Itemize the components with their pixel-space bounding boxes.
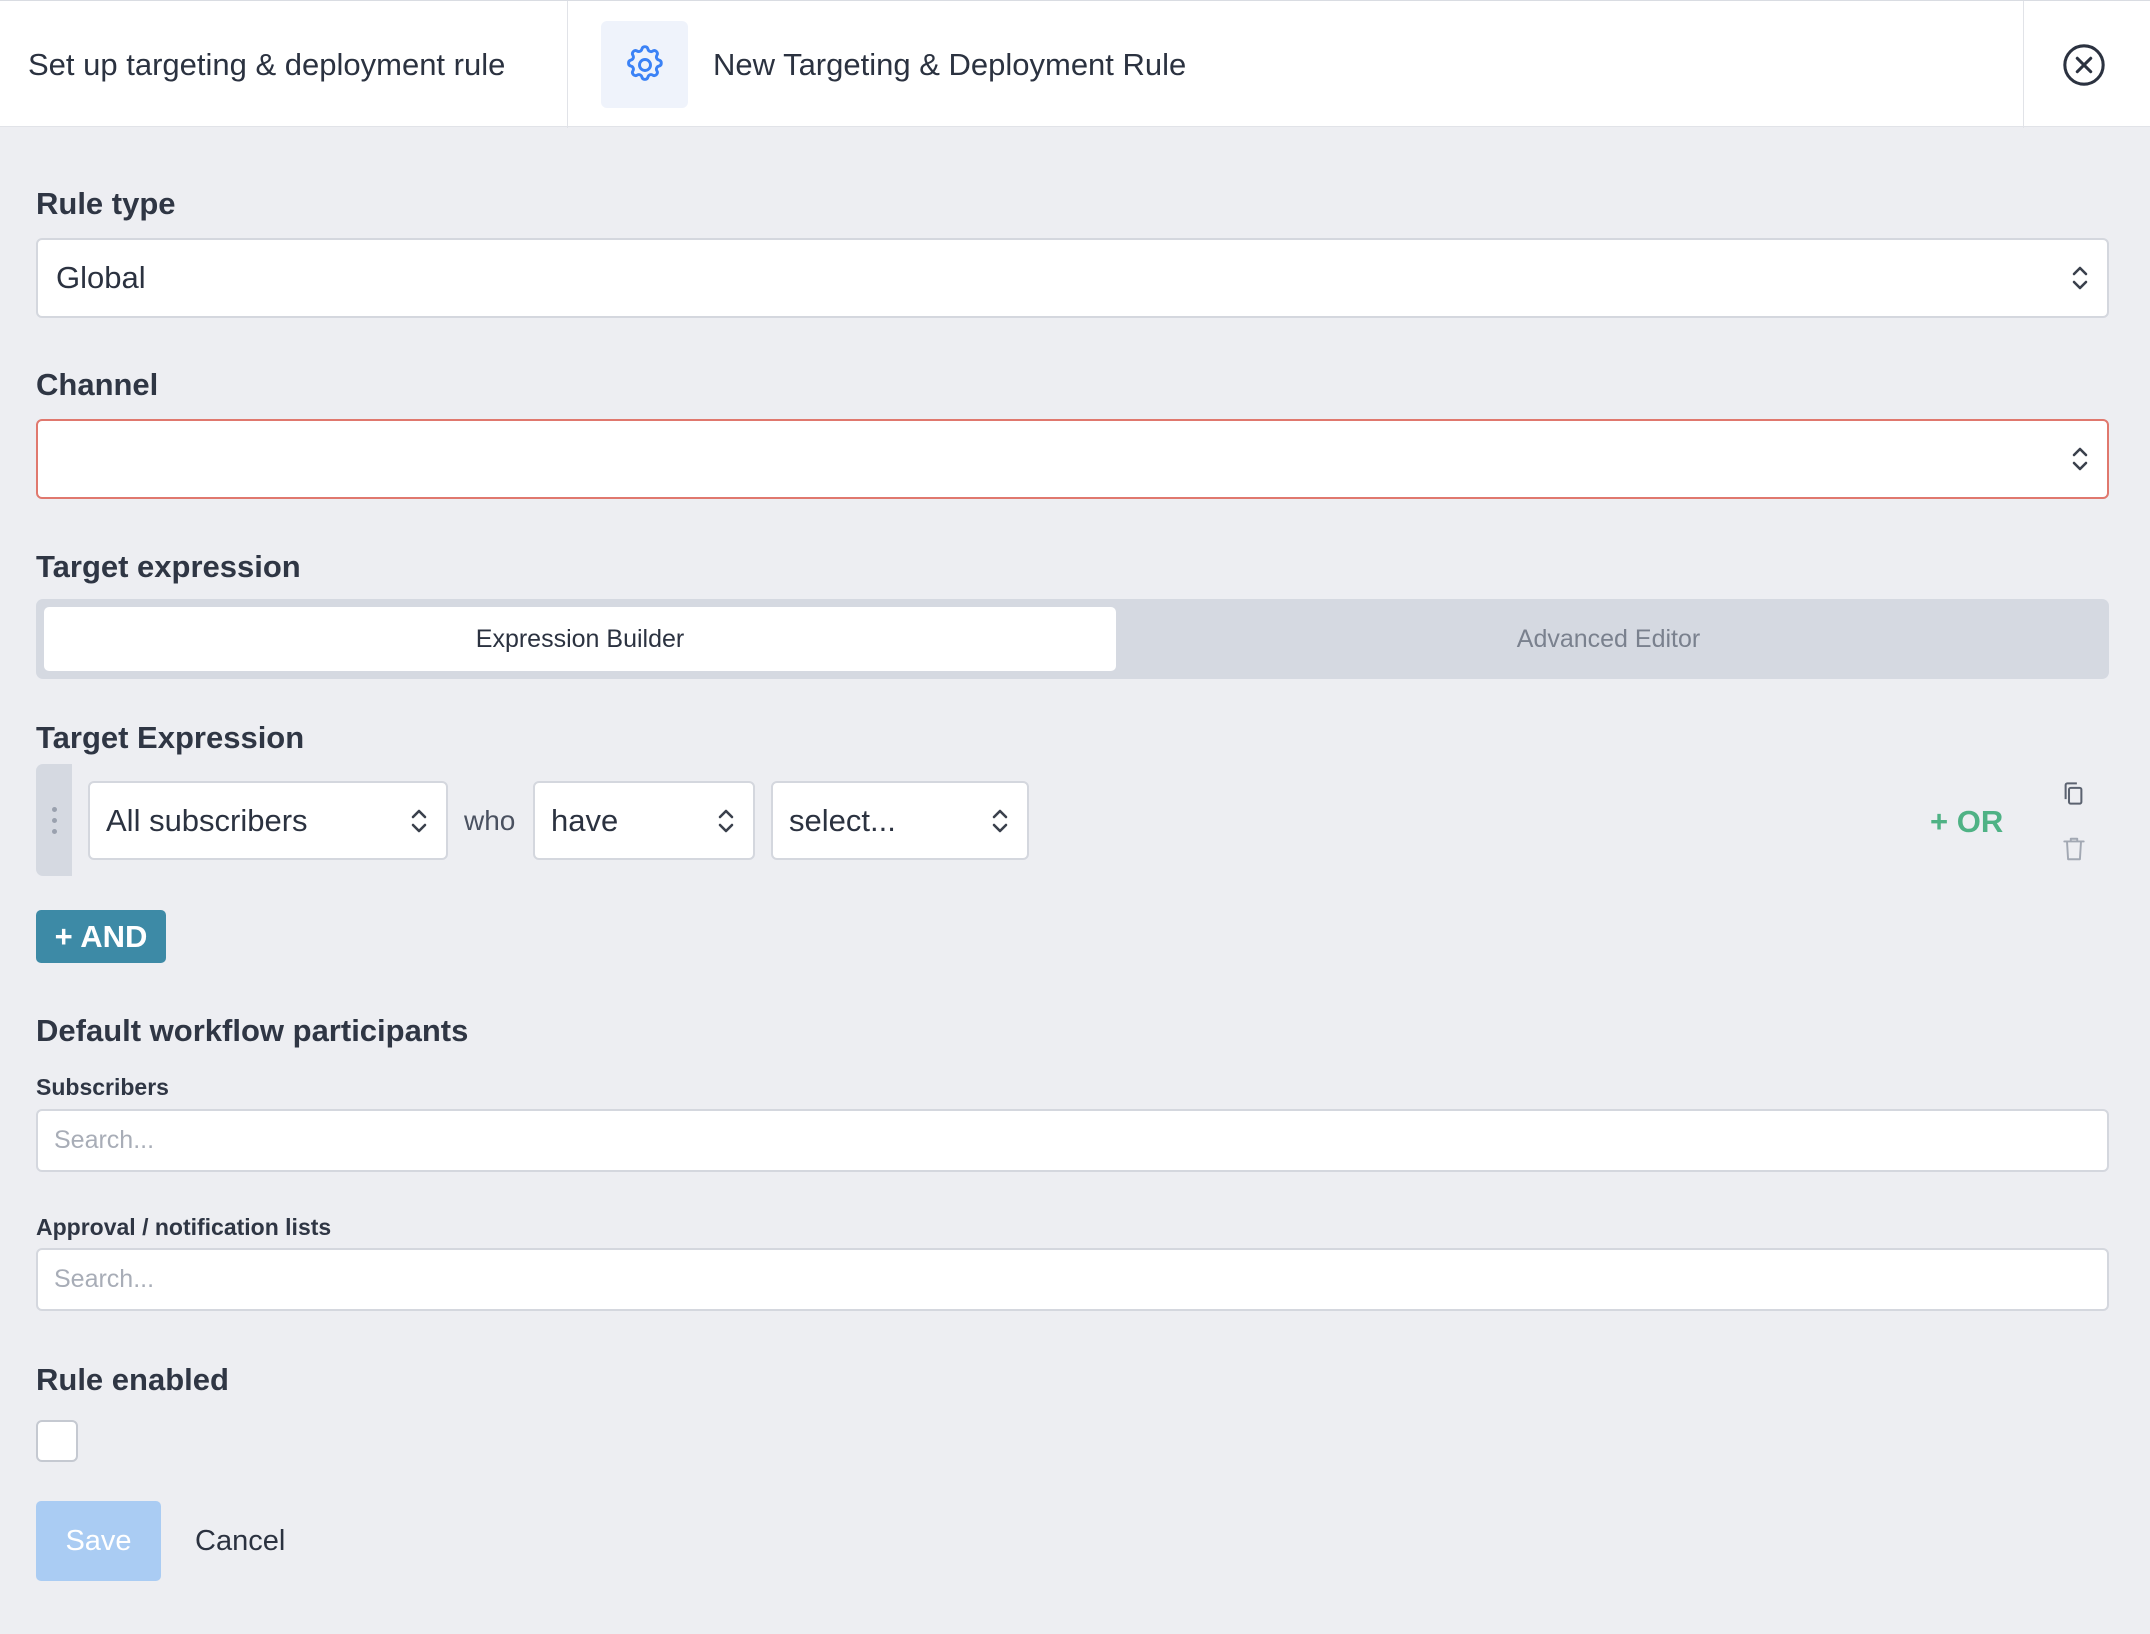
- modal-header: Set up targeting & deployment rule New T…: [0, 0, 2150, 128]
- subscribers-search-input[interactable]: [36, 1109, 2109, 1172]
- channel-label: Channel: [36, 367, 159, 402]
- chevron-up-down-icon: [411, 809, 427, 832]
- add-or-button[interactable]: + OR: [1930, 800, 2003, 844]
- subject-value: All subscribers: [106, 802, 308, 838]
- save-button[interactable]: Save: [36, 1501, 161, 1581]
- close-circle-icon: [2063, 44, 2105, 86]
- target-expression-heading: Target Expression: [36, 720, 305, 755]
- header-divider: [2023, 1, 2024, 128]
- header-icon-box: [601, 21, 688, 108]
- drag-dot: [51, 806, 57, 812]
- breadcrumb: Set up targeting & deployment rule: [28, 46, 506, 82]
- chevron-up-down-icon: [992, 809, 1008, 832]
- subscribers-label: Subscribers: [36, 1074, 169, 1100]
- lists-label: Approval / notification lists: [36, 1214, 332, 1240]
- header-divider: [567, 1, 568, 128]
- add-and-button[interactable]: + AND: [36, 910, 166, 963]
- tab-advanced-editor[interactable]: Advanced Editor: [1116, 607, 2101, 671]
- drag-dot: [51, 817, 57, 823]
- connector-text: who: [464, 804, 516, 836]
- chevron-up-down-icon: [718, 809, 734, 832]
- copy-button[interactable]: [2060, 780, 2087, 812]
- rule-type-value: Global: [56, 260, 146, 295]
- condition-select[interactable]: select...: [771, 781, 1029, 860]
- rule-type-select[interactable]: Global: [36, 238, 2109, 318]
- rule-enabled-checkbox[interactable]: [36, 1420, 78, 1462]
- delete-button[interactable]: [2061, 835, 2087, 868]
- trash-icon: [2063, 837, 2085, 861]
- cancel-button[interactable]: Cancel: [195, 1501, 285, 1581]
- drag-dot: [51, 828, 57, 834]
- drag-handle[interactable]: [36, 764, 72, 876]
- modal-title: New Targeting & Deployment Rule: [713, 46, 1187, 82]
- rule-type-label: Rule type: [36, 186, 176, 221]
- channel-select[interactable]: [36, 419, 2109, 499]
- chevron-up-down-icon: [2072, 447, 2088, 471]
- target-expression-label: Target expression: [36, 549, 301, 584]
- close-button[interactable]: [2060, 41, 2108, 89]
- rule-enabled-label: Rule enabled: [36, 1362, 229, 1397]
- copy-icon: [2064, 782, 2083, 805]
- condition-value: select...: [789, 802, 896, 838]
- lists-search-input[interactable]: [36, 1248, 2109, 1311]
- subject-select[interactable]: All subscribers: [88, 781, 448, 860]
- editor-tabs: Expression Builder Advanced Editor: [36, 599, 2109, 679]
- gear-icon: [626, 44, 663, 81]
- verb-select[interactable]: have: [533, 781, 755, 860]
- chevron-up-down-icon: [2072, 266, 2088, 290]
- tab-expression-builder[interactable]: Expression Builder: [44, 607, 1116, 671]
- verb-value: have: [551, 802, 619, 838]
- participants-heading: Default workflow participants: [36, 1013, 469, 1048]
